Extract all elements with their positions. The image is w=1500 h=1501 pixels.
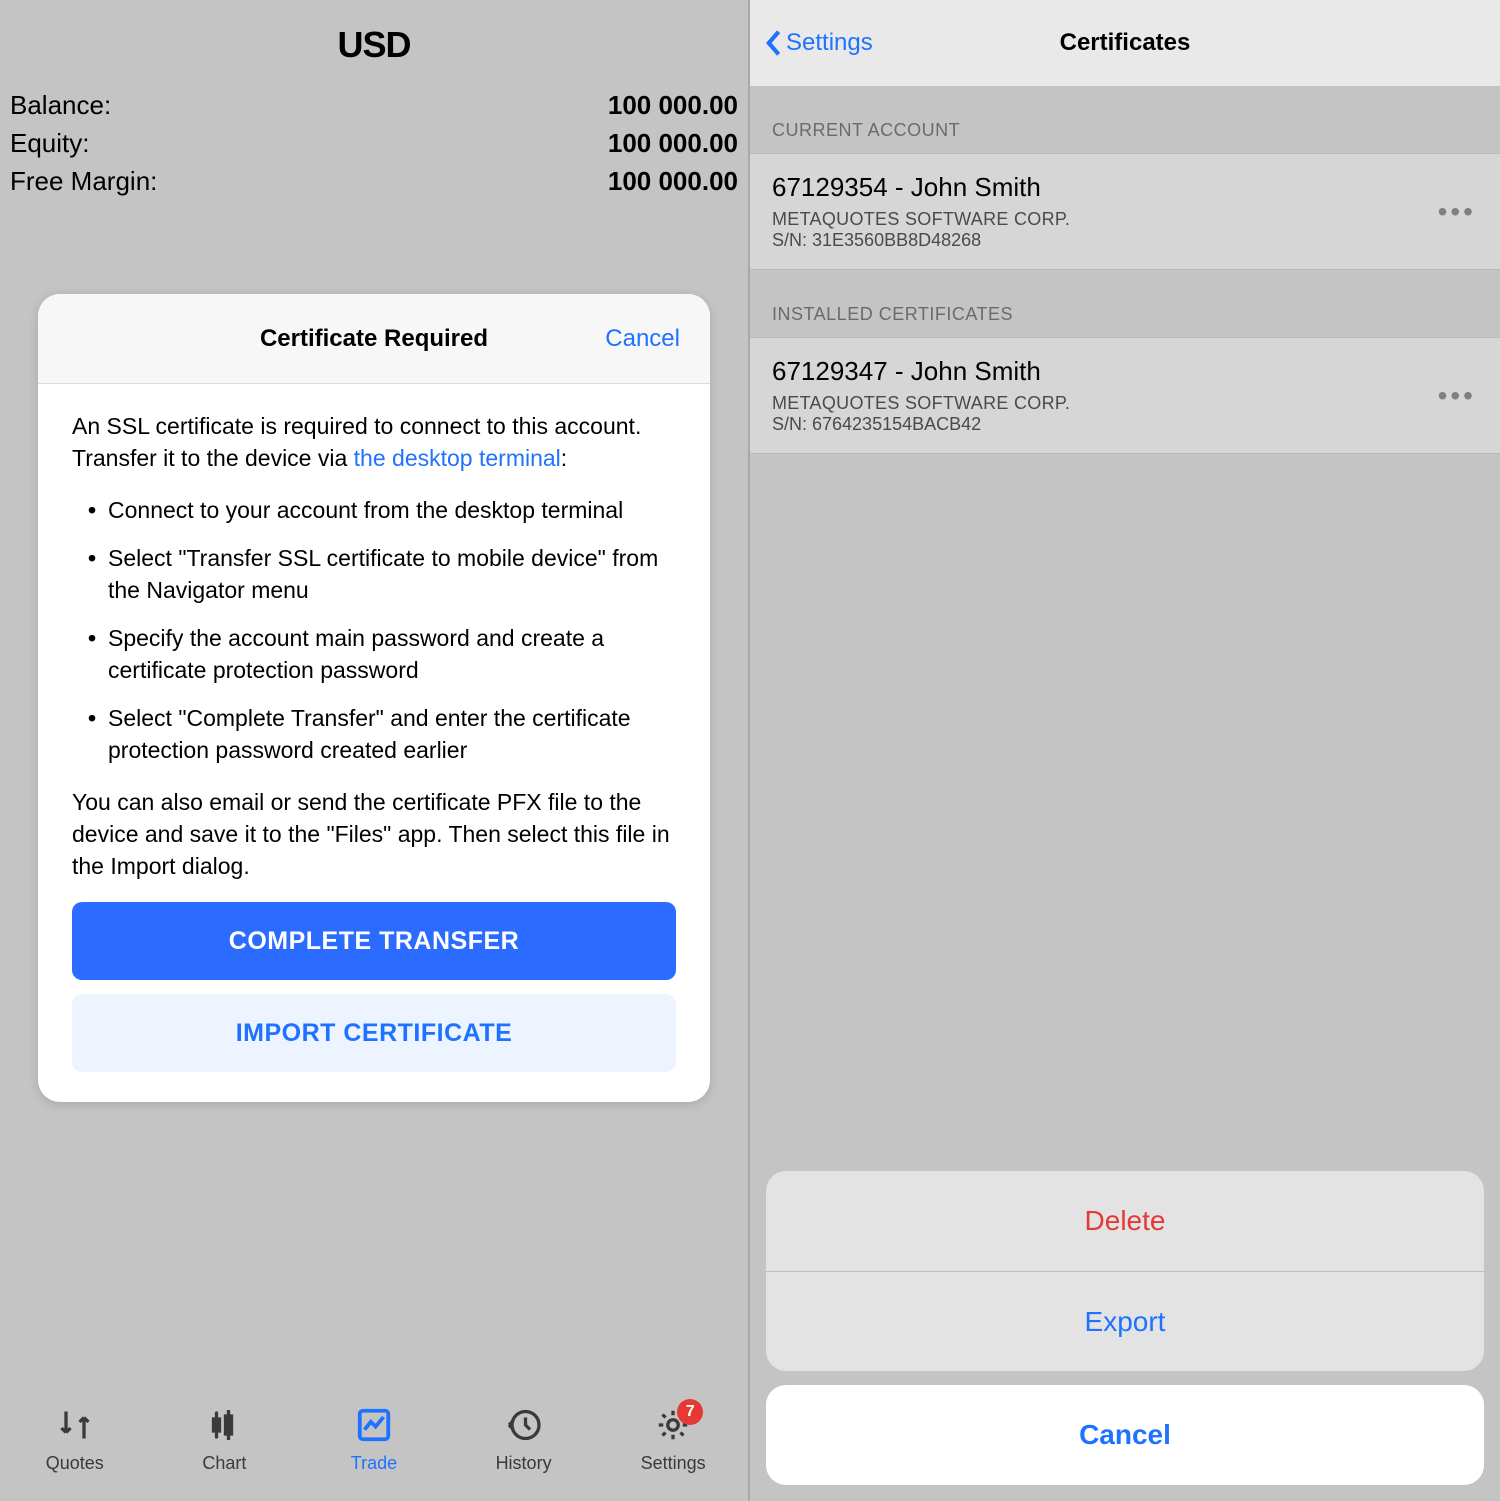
tab-quotes-label: Quotes [46, 1453, 104, 1474]
modal-step-2: Select "Transfer SSL certificate to mobi… [88, 542, 676, 606]
tab-chart[interactable]: Chart [164, 1405, 284, 1474]
action-sheet: Delete Export Cancel [766, 1171, 1484, 1485]
equity-value: 100 000.00 [608, 124, 738, 162]
balance-label: Balance: [10, 86, 111, 124]
tab-trade-label: Trade [351, 1453, 397, 1474]
tab-settings-label: Settings [641, 1453, 706, 1474]
import-certificate-button[interactable]: IMPORT CERTIFICATE [72, 994, 676, 1072]
free-margin-label: Free Margin: [10, 162, 157, 200]
bottom-tab-bar: Quotes Chart Trade History [0, 1377, 748, 1501]
settings-badge: 7 [677, 1399, 703, 1425]
action-delete-button[interactable]: Delete [766, 1171, 1484, 1271]
cert2-title: 67129347 - John Smith [772, 356, 1478, 387]
equity-row: Equity: 100 000.00 [10, 124, 738, 162]
balance-value: 100 000.00 [608, 86, 738, 124]
cert2-company: METAQUOTES SOFTWARE CORP. [772, 393, 1478, 414]
tab-quotes[interactable]: Quotes [15, 1405, 135, 1474]
tab-trade[interactable]: Trade [314, 1405, 434, 1474]
tab-chart-label: Chart [202, 1453, 246, 1474]
balance-row: Balance: 100 000.00 [10, 86, 738, 124]
section-current-account: CURRENT ACCOUNT [750, 86, 1500, 153]
cert1-company: METAQUOTES SOFTWARE CORP. [772, 209, 1478, 230]
back-button[interactable]: Settings [764, 0, 873, 86]
gear-icon: 7 [653, 1405, 693, 1445]
trade-header: USD [0, 0, 748, 66]
modal-step-1: Connect to your account from the desktop… [88, 494, 676, 526]
desktop-terminal-link[interactable]: the desktop terminal [354, 445, 561, 471]
modal-step-3: Specify the account main password and cr… [88, 622, 676, 686]
cert1-serial: S/N: 31E3560BB8D48268 [772, 230, 1478, 251]
chart-icon [204, 1405, 244, 1445]
equity-label: Equity: [10, 124, 90, 162]
modal-title: Certificate Required [260, 325, 488, 353]
modal-intro: An SSL certificate is required to connec… [72, 410, 676, 474]
current-account-cert-row[interactable]: 67129354 - John Smith METAQUOTES SOFTWAR… [750, 153, 1500, 270]
tab-history-label: History [496, 1453, 552, 1474]
modal-outro: You can also email or send the certifica… [72, 786, 676, 882]
page-title: Certificates [1060, 29, 1191, 57]
modal-cancel-button[interactable]: Cancel [605, 294, 680, 383]
section-installed-certs: INSTALLED CERTIFICATES [750, 270, 1500, 337]
tab-history[interactable]: History [464, 1405, 584, 1474]
quotes-icon [55, 1405, 95, 1445]
tab-settings[interactable]: 7 Settings [613, 1405, 733, 1474]
cert2-serial: S/N: 6764235154BACB42 [772, 414, 1478, 435]
cert1-title: 67129354 - John Smith [772, 172, 1478, 203]
nav-bar: Settings Certificates [750, 0, 1500, 86]
complete-transfer-button[interactable]: COMPLETE TRANSFER [72, 902, 676, 980]
cert1-more-icon[interactable]: ••• [1438, 196, 1476, 228]
action-cancel-button[interactable]: Cancel [766, 1385, 1484, 1485]
action-export-button[interactable]: Export [766, 1271, 1484, 1371]
trade-icon [354, 1405, 394, 1445]
history-icon [504, 1405, 544, 1445]
cert2-more-icon[interactable]: ••• [1438, 380, 1476, 412]
chevron-left-icon [764, 29, 782, 57]
modal-step-4: Select "Complete Transfer" and enter the… [88, 702, 676, 766]
installed-cert-row[interactable]: 67129347 - John Smith METAQUOTES SOFTWAR… [750, 337, 1500, 454]
free-margin-value: 100 000.00 [608, 162, 738, 200]
back-label: Settings [786, 29, 873, 57]
currency-label: USD [0, 24, 748, 66]
free-margin-row: Free Margin: 100 000.00 [10, 162, 738, 200]
certificate-required-modal: Certificate Required Cancel An SSL certi… [38, 294, 710, 1102]
